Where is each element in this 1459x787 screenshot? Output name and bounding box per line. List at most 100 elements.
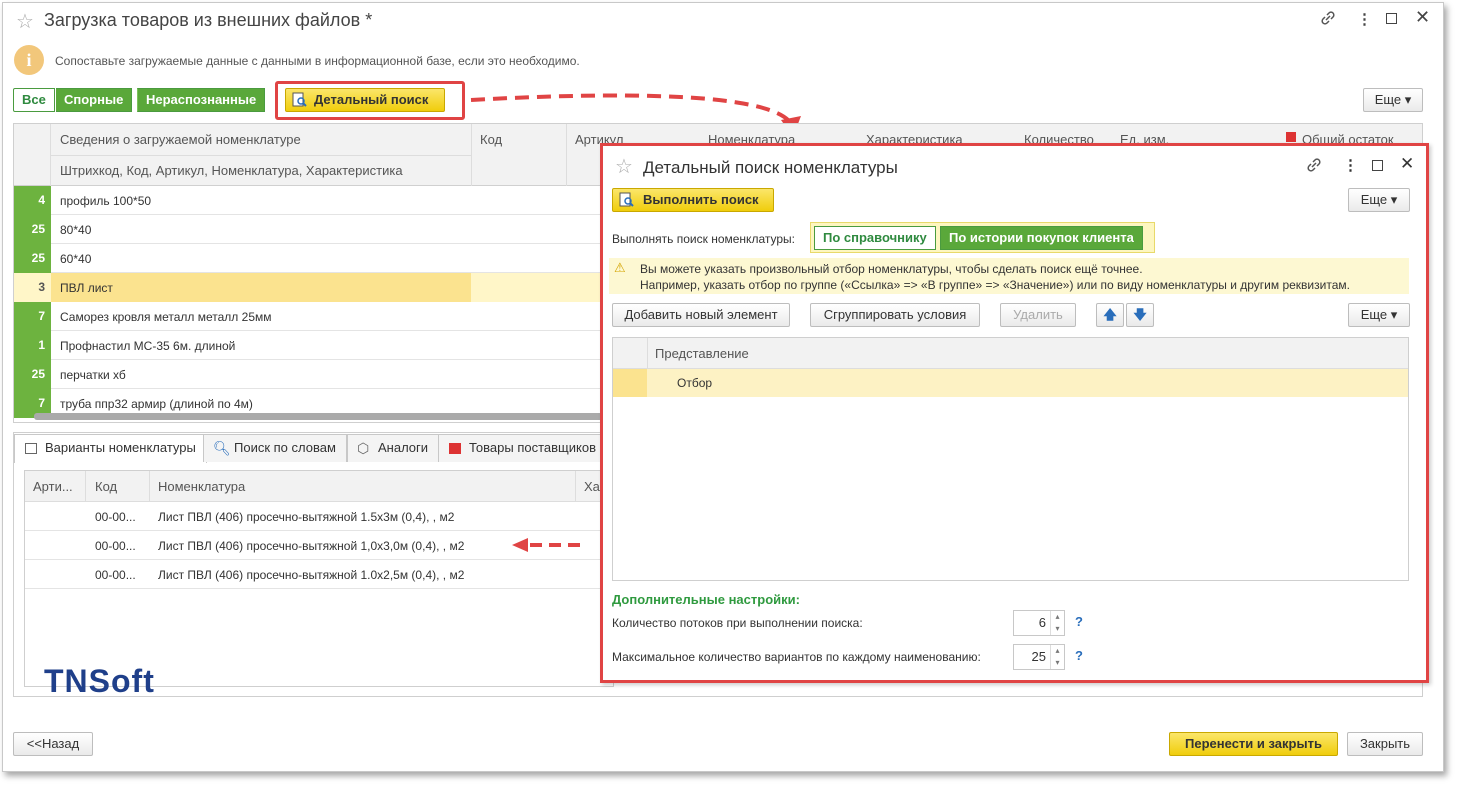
detailed-search-label: Детальный поиск [314, 92, 429, 107]
search-icon: 🔍︎ [213, 440, 231, 456]
filter-unrecognized-button[interactable]: Нераспознанные [137, 88, 266, 112]
more-menu-icon[interactable]: ⋮ [1357, 10, 1372, 28]
tab-label: Аналоги [378, 440, 429, 455]
row-count: 25 [14, 360, 51, 389]
variants-table: Арти... Код Номенклатура Ха 00-00... Лис… [24, 470, 614, 687]
threads-help-icon[interactable]: ? [1075, 614, 1083, 629]
tab-label: Поиск по словам [234, 440, 336, 455]
run-search-label: Выполнить поиск [643, 192, 759, 207]
group-conditions-button[interactable]: Сгруппировать условия [810, 303, 980, 327]
tab-supplier-goods[interactable]: Товары поставщиков [438, 434, 607, 462]
table-icon [25, 443, 37, 454]
maximize-icon[interactable] [1386, 13, 1397, 24]
tab-label: Варианты номенклатуры [45, 440, 196, 455]
header-characteristic: Ха [584, 479, 600, 494]
stock-grid-icon [1286, 132, 1296, 142]
cube-icon: ⬡ [357, 440, 370, 456]
max-variants-help-icon[interactable]: ? [1075, 648, 1083, 663]
link-icon[interactable] [1306, 157, 1322, 176]
header-num-cell [14, 124, 51, 186]
header-imported-sub: Штрихкод, Код, Артикул, Номенклатура, Ха… [60, 163, 403, 178]
tnsoft-logo: TNSoft [44, 663, 155, 700]
header-nomenclature: Номенклатура [158, 479, 246, 494]
maximize-icon[interactable] [1372, 160, 1383, 171]
tab-variants[interactable]: Варианты номенклатуры [14, 434, 207, 463]
header-code: Код [95, 479, 118, 494]
warning-icon: ⚠ [614, 260, 626, 275]
add-element-button[interactable]: Добавить новый элемент [612, 303, 790, 327]
search-doc-icon [292, 92, 308, 115]
transfer-close-button[interactable]: Перенести и закрыть [1169, 732, 1338, 756]
threads-label: Количество потоков при выполнении поиска… [612, 616, 863, 630]
filter-row[interactable]: Отбор [613, 369, 1408, 397]
filter-row-label: Отбор [677, 376, 713, 390]
row-count: 25 [14, 244, 51, 273]
row-name: 60*40 [60, 252, 92, 266]
variant-row[interactable]: 00-00... Лист ПВЛ (406) просечно-вытяжно… [25, 560, 613, 589]
back-button[interactable]: <<Назад [13, 732, 93, 756]
header-representation: Представление [655, 346, 749, 361]
dialog-more-button[interactable]: Еще ▾ [1348, 188, 1410, 212]
more-menu-icon[interactable]: ⋮ [1343, 156, 1358, 174]
additional-settings-heading: Дополнительные настройки: [612, 592, 800, 607]
variant-code: 00-00... [95, 510, 136, 524]
variant-name: Лист ПВЛ (406) просечно-вытяжной 1.5х3м … [158, 510, 455, 524]
dialog-title: Детальный поиск номенклатуры [643, 158, 898, 177]
row-name: труба ппр32 армир (длиной по 4м) [60, 397, 253, 411]
filter-more-button[interactable]: Еще ▾ [1348, 303, 1410, 327]
search-mode-label: Выполнять поиск номенклатуры: [612, 232, 795, 246]
variant-row[interactable]: 00-00... Лист ПВЛ (406) просечно-вытяжно… [25, 502, 613, 531]
col-divider [647, 338, 648, 369]
max-variants-stepper[interactable]: 25 ▴ ▾ [1013, 644, 1065, 670]
tab-label: Товары поставщиков [469, 440, 596, 455]
logo-text: TNSoft [44, 663, 155, 699]
run-search-button[interactable]: Выполнить поиск [612, 188, 774, 212]
tab-word-search[interactable]: 🔍︎ Поиск по словам [203, 434, 347, 462]
tab-analogs[interactable]: ⬡ Аналоги [347, 434, 440, 462]
row-count: 7 [14, 302, 51, 331]
search-doc-icon [619, 192, 635, 215]
more-label: Еще [1360, 307, 1388, 322]
link-icon[interactable] [1320, 10, 1336, 30]
threads-stepper[interactable]: 6 ▴ ▾ [1013, 610, 1065, 636]
row-name: профиль 100*50 [60, 194, 152, 208]
row-count: 4 [14, 186, 51, 215]
close-icon[interactable]: ✕ [1400, 154, 1414, 174]
variant-name: Лист ПВЛ (406) просечно-вытяжной 1.0х2,5… [158, 568, 465, 582]
stepper-arrows-icon[interactable]: ▴ ▾ [1050, 611, 1064, 635]
stepper-arrows-icon[interactable]: ▴ ▾ [1050, 645, 1064, 669]
row-count: 3 [14, 273, 51, 302]
row-marker [613, 369, 647, 397]
close-button[interactable]: Закрыть [1347, 732, 1423, 756]
warning-line1: Вы можете указать произвольный отбор ном… [640, 262, 1143, 276]
row-count: 1 [14, 331, 51, 360]
row-name: Саморез кровля металл металл 25мм [60, 310, 272, 324]
header-article: Арти... [33, 479, 73, 494]
row-name: перчатки хб [60, 368, 126, 382]
move-up-button[interactable]: 🡅 [1096, 303, 1124, 327]
filter-all-button[interactable]: Все [13, 88, 55, 112]
arrow-up-icon: 🡅 [1103, 307, 1117, 322]
mode-catalog-button[interactable]: По справочнику [814, 226, 936, 250]
info-message: Сопоставьте загружаемые данные с данными… [55, 54, 580, 68]
move-down-button[interactable]: 🡇 [1126, 303, 1154, 327]
row-count: 25 [14, 215, 51, 244]
detailed-search-button[interactable]: Детальный поиск [285, 88, 445, 112]
close-icon[interactable]: ✕ [1415, 7, 1430, 28]
mode-history-button[interactable]: По истории покупок клиента [940, 226, 1143, 250]
filter-table: Представление Отбор [612, 337, 1409, 581]
grid-red-icon [449, 443, 461, 454]
arrow-down-icon: 🡇 [1133, 307, 1147, 322]
more-label: Еще [1360, 192, 1388, 207]
row-name: 80*40 [60, 223, 92, 237]
more-button[interactable]: Еще ▾ [1363, 88, 1423, 112]
favorite-star-icon[interactable]: ☆ [615, 154, 633, 179]
max-variants-label: Максимальное количество вариантов по каж… [612, 650, 981, 664]
delete-button[interactable]: Удалить [1000, 303, 1076, 327]
selected-cell [51, 273, 471, 302]
more-label: Еще [1374, 92, 1402, 107]
col-divider [471, 124, 472, 186]
filter-disputed-button[interactable]: Спорные [56, 88, 133, 112]
favorite-star-icon[interactable]: ☆ [16, 9, 34, 34]
horizontal-scrollbar[interactable] [34, 413, 614, 420]
